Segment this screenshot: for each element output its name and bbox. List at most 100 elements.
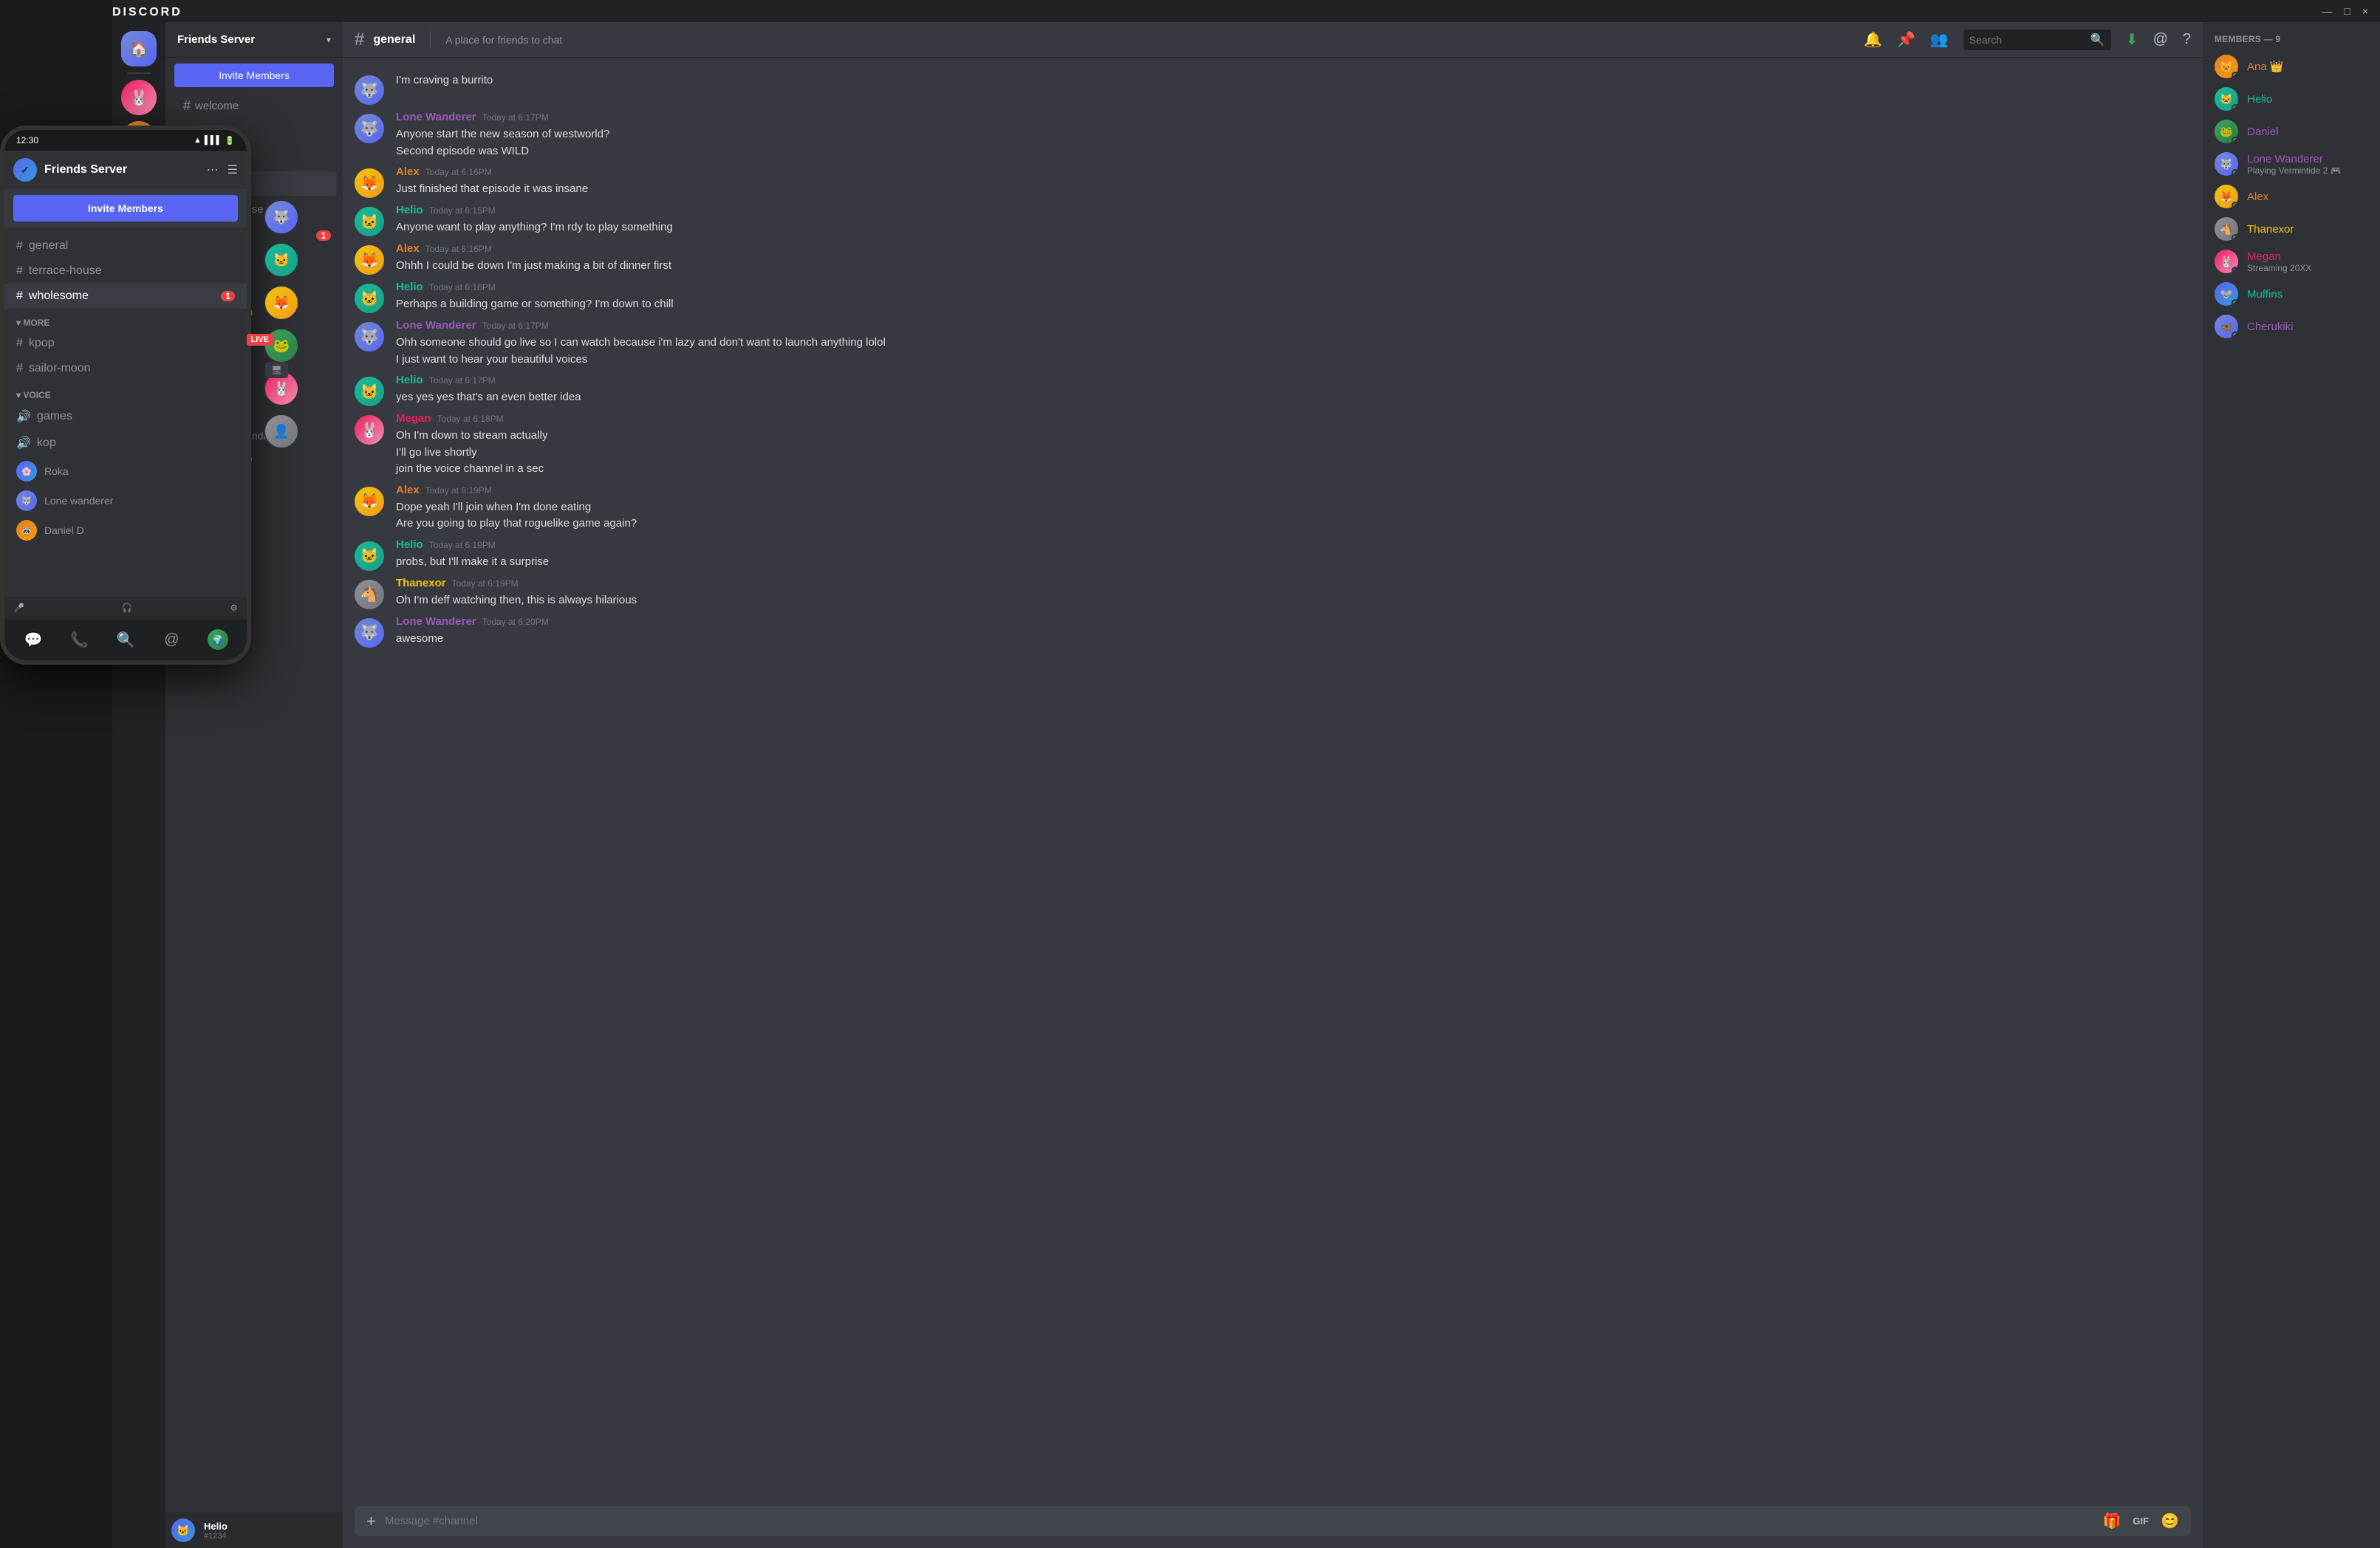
settings-icon[interactable]: ⚙ xyxy=(230,603,238,613)
phone-nav-voice[interactable]: 📞 xyxy=(65,625,95,654)
member-item-cherukiki[interactable]: 🦋 Cherukiki xyxy=(2209,310,2374,343)
chat-channel-name: general xyxy=(373,33,415,47)
message-author[interactable]: Lone Wanderer xyxy=(396,319,476,332)
minimize-button[interactable]: — xyxy=(2322,5,2332,17)
message-row: 🐺 Lone Wanderer Today at 6:17PM Anyone s… xyxy=(343,108,2203,162)
title-bar: — □ × xyxy=(112,0,2380,22)
phone-channel-general[interactable]: # general xyxy=(4,233,247,258)
phone-channel-terrace[interactable]: # terrace-house xyxy=(4,258,247,284)
server-1-avatar: 🐰 xyxy=(121,80,157,115)
message-author[interactable]: Helio xyxy=(396,538,423,551)
member-avatar-helio: 🐱 xyxy=(2215,87,2238,111)
phone-nav-mentions[interactable]: @ xyxy=(157,625,186,654)
phone-category-voice[interactable]: ▾ VOICE xyxy=(4,381,247,403)
phone-channel-wholesome[interactable]: # wholesome 1 xyxy=(4,284,247,309)
message-author[interactable]: Megan xyxy=(396,412,431,425)
phone-channel-kpop[interactable]: # kpop xyxy=(4,331,247,356)
message-author[interactable]: Helio xyxy=(396,281,423,293)
phone-side-avatars: 🐺 🐱 🦊 🐸 🐰 👤 xyxy=(264,199,299,449)
live-badge-container: LIVE xyxy=(247,332,273,346)
message-header: Lone Wanderer Today at 6:17PM xyxy=(396,319,2191,332)
at-icon[interactable]: @ xyxy=(2153,31,2168,48)
avatar-face: 🐴 xyxy=(355,580,384,609)
message-header: Helio Today at 6:15PM xyxy=(396,204,2191,216)
phone-hamburger-icon[interactable]: ☰ xyxy=(228,162,238,177)
message-row: 🐱 Helio Today at 6:16PM Perhaps a buildi… xyxy=(343,278,2203,316)
member-item-thanexor[interactable]: 🐴 Thanexor xyxy=(2209,213,2374,245)
member-info: Daniel xyxy=(2247,126,2368,138)
message-author[interactable]: Alex xyxy=(396,165,420,178)
phone-status-bar: 12:30 ▲ ▌▌▌ 🔋 xyxy=(4,130,247,151)
phone-invite-button[interactable]: Invite Members xyxy=(13,195,238,222)
phone-nav-messages[interactable]: 💬 xyxy=(18,625,48,654)
search-input[interactable] xyxy=(1969,34,2085,46)
phone-channel-sailor-moon[interactable]: # sailor-moon xyxy=(4,356,247,381)
download-icon[interactable]: ⬇ xyxy=(2126,30,2138,49)
message-author[interactable]: Helio xyxy=(396,204,423,216)
message-author[interactable]: Alex xyxy=(396,484,420,496)
phone-voice-kpop[interactable]: 🔊 kop xyxy=(4,430,247,456)
member-item-daniel[interactable]: 🐸 Daniel xyxy=(2209,115,2374,148)
message-text: Oh I'm deff watching then, this is alway… xyxy=(396,592,2191,609)
message-row: 🐴 Thanexor Today at 6:19PM Oh I'm deff w… xyxy=(343,574,2203,612)
member-item-megan[interactable]: 🐰 Megan Streaming 20XX xyxy=(2209,245,2374,278)
phone-menu-icon[interactable]: ⋯ xyxy=(207,162,219,177)
headphone-icon[interactable]: 🎧 xyxy=(122,603,133,613)
message-author[interactable]: Lone Wanderer xyxy=(396,111,476,123)
discord-desktop: — □ × 🏠 🐰 🦊 💎 🌙 + xyxy=(112,0,2380,1548)
channel-label-welcome: welcome xyxy=(195,100,239,112)
phone-voice-games[interactable]: 🔊 games xyxy=(4,403,247,430)
phone-hash-icon: # xyxy=(16,264,23,278)
side-avatar-3: 🦊 xyxy=(264,285,299,321)
messages-container[interactable]: 🐺 I'm craving a burrito 🐺 Lone Wanderer xyxy=(343,58,2203,1494)
add-attachment-button[interactable]: + xyxy=(366,1512,376,1531)
message-text: yes yes yes that's an even better idea xyxy=(396,389,2191,406)
message-author[interactable]: Lone Wanderer xyxy=(396,615,476,628)
search-box[interactable]: 🔍 xyxy=(1963,30,2111,50)
message-text: Second episode was WILD xyxy=(396,143,2191,160)
invite-members-button[interactable]: Invite Members xyxy=(174,64,334,87)
phone-channels: # general # terrace-house # wholesome 1 … xyxy=(4,227,247,597)
member-status-indicator xyxy=(2232,104,2238,111)
message-input[interactable] xyxy=(385,1506,2094,1536)
message-header: Alex Today at 6:19PM xyxy=(396,484,2191,496)
message-content: Helio Today at 6:15PM Anyone want to pla… xyxy=(396,204,2191,236)
member-item-muffins[interactable]: 🐭 Muffins xyxy=(2209,278,2374,310)
search-icon: 🔍 xyxy=(2090,32,2105,47)
help-icon[interactable]: ? xyxy=(2183,31,2191,48)
phone-hash-icon: # xyxy=(16,362,23,375)
pin-icon[interactable]: 📌 xyxy=(1897,30,1915,49)
gift-icon[interactable]: 🎁 xyxy=(2103,1512,2121,1530)
member-avatar-cherukiki: 🦋 xyxy=(2215,315,2238,338)
phone-nav-profile[interactable]: 🌍 xyxy=(203,625,233,654)
member-status-indicator xyxy=(2232,137,2238,143)
maximize-button[interactable]: □ xyxy=(2344,5,2350,17)
member-info: Muffins xyxy=(2247,288,2368,301)
member-item-lone-wanderer[interactable]: 🐺 Lone Wanderer Playing Vermintide 2 🎮 xyxy=(2209,148,2374,180)
emoji-icon[interactable]: 😊 xyxy=(2161,1512,2179,1530)
phone-voice-avatar: 🌸 xyxy=(16,461,37,482)
channel-item-welcome[interactable]: # welcome xyxy=(171,94,337,118)
channel-badge-wholesome: 1 xyxy=(316,230,331,241)
server-icon-1[interactable]: 🐰 xyxy=(121,80,157,115)
phone-category-more[interactable]: ▾ MORE xyxy=(4,309,247,331)
message-text: Ohhh I could be down I'm just making a b… xyxy=(396,258,2191,275)
member-avatar-lone: 🐺 xyxy=(2215,152,2238,176)
server-header[interactable]: Friends Server ▾ xyxy=(165,22,343,58)
server-icon-home[interactable]: 🏠 xyxy=(121,31,157,66)
message-row: 🐺 Lone Wanderer Today at 6:20PM awesome xyxy=(343,612,2203,651)
notification-bell-icon[interactable]: 🔔 xyxy=(1864,30,1882,49)
members-icon[interactable]: 👥 xyxy=(1930,30,1949,49)
message-author[interactable]: Alex xyxy=(396,242,420,255)
member-name: Helio xyxy=(2247,93,2368,106)
member-item-alex[interactable]: 🦊 Alex xyxy=(2209,180,2374,213)
message-author[interactable]: Helio xyxy=(396,374,423,386)
phone-nav-search[interactable]: 🔍 xyxy=(111,625,140,654)
member-item-ana[interactable]: 😺 Ana 👑 xyxy=(2209,50,2374,83)
close-button[interactable]: × xyxy=(2362,5,2368,17)
chat-area: # general A place for friends to chat 🔔 … xyxy=(343,22,2203,1548)
mic-icon[interactable]: 🎤 xyxy=(13,603,24,613)
member-item-helio[interactable]: 🐱 Helio xyxy=(2209,83,2374,115)
gif-icon[interactable]: GIF xyxy=(2133,1516,2149,1527)
message-author[interactable]: Thanexor xyxy=(396,577,446,589)
